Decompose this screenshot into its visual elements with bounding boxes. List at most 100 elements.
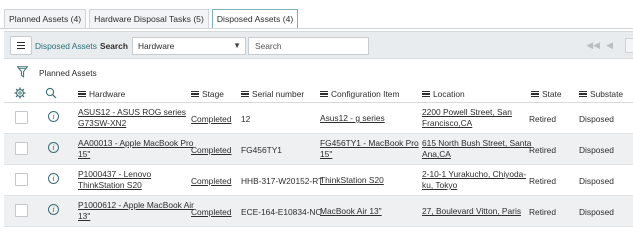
search-label: Search	[100, 41, 128, 51]
cell-location-text[interactable]: 2-10-1 Yurakucho, Chiyoda-	[422, 169, 526, 180]
cell-location-text[interactable]: 2200 Powell Street, San	[422, 107, 512, 118]
cell-location-text[interactable]: ku, Tokyo	[422, 180, 526, 191]
cell-substate-text: Disposed	[579, 207, 614, 217]
column-label: Serial number	[252, 89, 305, 99]
cell-configuration-item-text[interactable]: MacBook Air 13"	[320, 206, 382, 217]
cell-configuration-item[interactable]: MacBook Air 13"	[320, 206, 382, 217]
cell-hardware[interactable]: P1000437 - Lenovo ThinkStation S20	[78, 169, 151, 191]
cell-hardware-text[interactable]: 15"	[78, 149, 193, 160]
cell-substate-text: Disposed	[579, 176, 614, 186]
cell-stage[interactable]: Completed	[191, 145, 232, 156]
cell-hardware-text[interactable]: AA00013 - Apple MacBook Pro	[78, 138, 193, 149]
search-icon[interactable]	[45, 87, 57, 99]
column-menu-icon	[241, 91, 249, 97]
double-chevron-left-icon[interactable]: ◀◀	[586, 40, 600, 51]
search-field-select[interactable]: Hardware ▼	[132, 37, 246, 55]
cell-state: Retired	[529, 114, 556, 125]
table-row[interactable]: i P1000437 - Lenovo ThinkStation S20 Comple…	[4, 165, 633, 196]
cell-configuration-item-text[interactable]: 15"	[320, 149, 419, 160]
cell-location-text[interactable]: 27, Boulevard Vitton, Paris	[422, 206, 521, 217]
cell-configuration-item-text[interactable]: FG456TY1 - MacBook Pro	[320, 138, 419, 149]
cell-configuration-item[interactable]: ThinkStation S20	[320, 175, 384, 186]
info-icon[interactable]: i	[48, 204, 59, 215]
cell-hardware-text[interactable]: 13"	[78, 211, 194, 222]
row-select-checkbox[interactable]	[15, 111, 28, 124]
cell-substate: Disposed	[579, 145, 614, 156]
column-header-hardware[interactable]: Hardware	[78, 89, 125, 99]
cell-serial-number: FG456TY1	[241, 145, 282, 156]
cell-configuration-item-text[interactable]: Asus12 - g series	[320, 113, 385, 124]
column-header-substate[interactable]: Substate	[579, 89, 623, 99]
table-row[interactable]: i ASUS12 - ASUS ROG series G73SW-XN2 Comple…	[4, 103, 633, 134]
cell-stage-text[interactable]: Completed	[191, 114, 232, 125]
cell-location-text[interactable]: 615 North Bush Street, Santa	[422, 138, 531, 149]
tab-planned-assets[interactable]: Planned Assets (4)	[4, 9, 87, 28]
cell-hardware[interactable]: AA00013 - Apple MacBook Pro 15"	[78, 138, 193, 160]
row-select-checkbox[interactable]	[15, 142, 28, 155]
list-title[interactable]: Disposed Assets	[35, 41, 97, 51]
cell-stage-text[interactable]: Completed	[191, 207, 232, 218]
info-icon[interactable]: i	[48, 173, 59, 184]
row-select-checkbox[interactable]	[15, 204, 28, 217]
search-input[interactable]	[248, 37, 369, 55]
column-header-state[interactable]: State	[531, 89, 562, 99]
table-row[interactable]: i AA00013 - Apple MacBook Pro 15" Completed…	[4, 134, 633, 165]
row-select-checkbox[interactable]	[15, 173, 28, 186]
cell-location[interactable]: 615 North Bush Street, Santa Ana,CA	[422, 138, 531, 160]
cell-state: Retired	[529, 145, 556, 156]
cell-serial-number-text: 12	[241, 114, 251, 124]
cell-location-text[interactable]: Ana,CA	[422, 149, 531, 160]
cell-location[interactable]: 27, Boulevard Vitton, Paris	[422, 206, 521, 217]
tab-divider	[0, 28, 633, 29]
info-icon[interactable]: i	[48, 142, 59, 153]
cell-state-text: Retired	[529, 114, 556, 124]
cell-stage[interactable]: Completed	[191, 207, 232, 218]
gear-icon[interactable]	[14, 87, 26, 99]
column-header-serial-number[interactable]: Serial number	[241, 89, 304, 99]
cell-configuration-item[interactable]: Asus12 - g series	[320, 113, 385, 124]
column-header-location[interactable]: Location	[422, 89, 465, 99]
tab-disposed-assets[interactable]: Disposed Assets (4)	[211, 9, 299, 29]
column-header-stage[interactable]: Stage	[191, 89, 224, 99]
cell-location[interactable]: 2-10-1 Yurakucho, Chiyoda-ku, Tokyo	[422, 169, 526, 191]
column-label: State	[542, 89, 562, 99]
tab-hardware-disposal-tasks[interactable]: Hardware Disposal Tasks (5)	[89, 9, 209, 28]
cell-hardware-text[interactable]: G73SW-XN2	[78, 118, 186, 129]
cell-serial-number-text: ECE-164-E10834-NO	[241, 207, 322, 217]
cell-hardware-text[interactable]: ASUS12 - ASUS ROG series	[78, 107, 186, 118]
column-label: Location	[433, 89, 465, 99]
cell-substate-text: Disposed	[579, 145, 614, 155]
cell-configuration-item[interactable]: FG456TY1 - MacBook Pro 15"	[320, 138, 419, 160]
table-row[interactable]: i P1000612 - Apple MacBook Air 13" Complete…	[4, 196, 633, 227]
cell-location[interactable]: 2200 Powell Street, San Francisco,CA	[422, 107, 512, 129]
cell-substate: Disposed	[579, 207, 614, 218]
cell-stage-text[interactable]: Completed	[191, 176, 232, 187]
cell-stage[interactable]: Completed	[191, 114, 232, 125]
info-icon[interactable]: i	[48, 111, 59, 122]
cell-configuration-item-text[interactable]: ThinkStation S20	[320, 175, 384, 186]
cell-stage[interactable]: Completed	[191, 176, 232, 187]
cell-location-text[interactable]: Francisco,CA	[422, 118, 512, 129]
funnel-icon[interactable]	[17, 66, 28, 78]
filter-breadcrumb[interactable]: Planned Assets	[39, 68, 97, 78]
list-context-menu-button[interactable]	[10, 36, 32, 55]
column-menu-icon	[579, 91, 587, 97]
cell-hardware-text[interactable]: P1000437 - Lenovo	[78, 169, 151, 180]
pager-input[interactable]	[625, 38, 633, 53]
hamburger-icon	[17, 42, 25, 49]
list-toolbar: Disposed Assets Search Hardware ▼ ◀◀ ◀	[4, 31, 633, 59]
cell-state-text: Retired	[529, 145, 556, 155]
search-field-value: Hardware	[138, 41, 175, 51]
related-list-tabs: Planned Assets (4) Hardware Disposal Tas…	[4, 9, 301, 29]
cell-hardware-text[interactable]: ThinkStation S20	[78, 180, 151, 191]
chevron-left-icon[interactable]: ◀	[606, 40, 613, 51]
cell-hardware[interactable]: ASUS12 - ASUS ROG series G73SW-XN2	[78, 107, 186, 129]
cell-hardware-text[interactable]: P1000612 - Apple MacBook Air	[78, 200, 194, 211]
cell-hardware[interactable]: P1000612 - Apple MacBook Air 13"	[78, 200, 194, 222]
column-header-configuration-item[interactable]: Configuration Item	[320, 89, 399, 99]
column-menu-icon	[422, 91, 430, 97]
cell-stage-text[interactable]: Completed	[191, 145, 232, 156]
cell-state: Retired	[529, 207, 556, 218]
column-label: Stage	[202, 89, 224, 99]
cell-serial-number-text: FG456TY1	[241, 145, 282, 155]
